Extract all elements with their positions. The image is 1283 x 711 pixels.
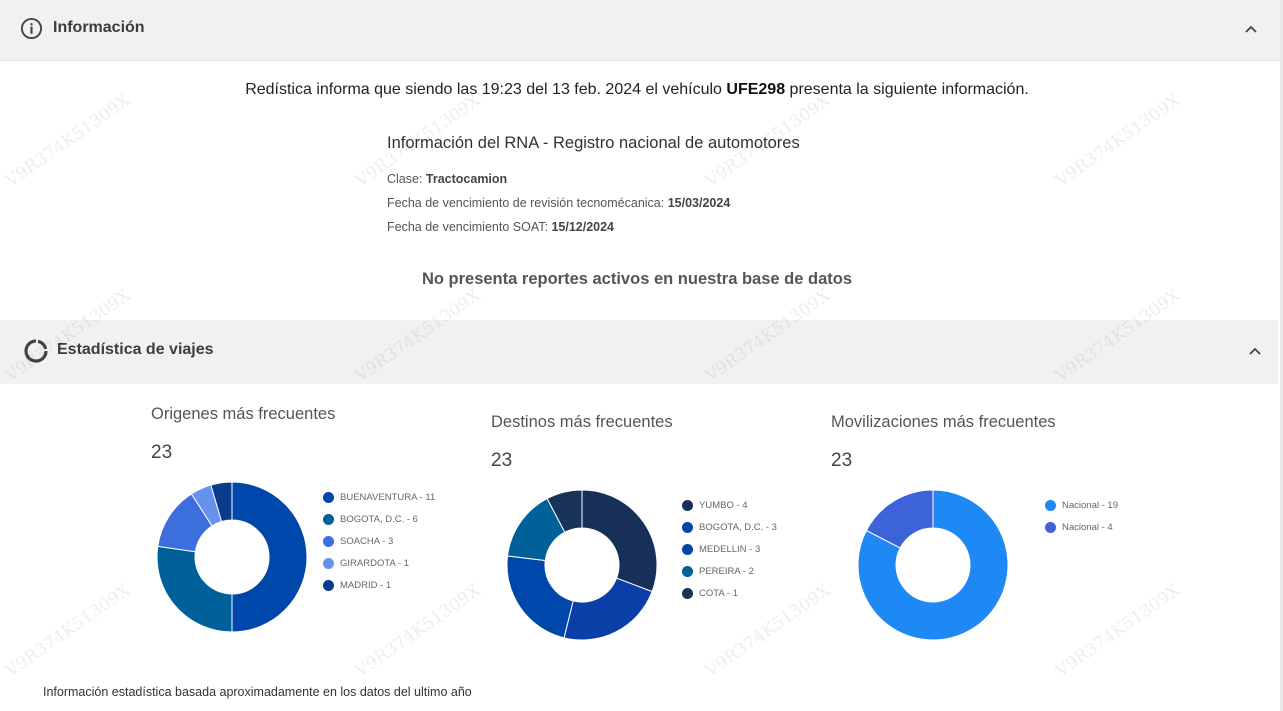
legend-item[interactable]: COTA - 1 [682, 588, 738, 599]
legend-color-swatch [323, 558, 334, 569]
legend-item[interactable]: Nacional - 4 [1045, 522, 1113, 533]
legend-item[interactable]: GIRARDOTA - 1 [323, 558, 409, 569]
vehicle-plate: UFE298 [726, 81, 786, 98]
legend-color-swatch [682, 566, 693, 577]
legend-label: BOGOTA, D.C. - 3 [699, 522, 777, 533]
watermark: V9R374K51309X [2, 90, 135, 192]
legend-item[interactable]: Nacional - 19 [1045, 500, 1118, 511]
info-section-title: Información [53, 19, 145, 36]
chart-total-origins: 23 [151, 442, 173, 463]
legend-color-swatch [323, 492, 334, 503]
chart-total-movilizations: 23 [831, 450, 853, 471]
legend-label: BOGOTA, D.C. - 6 [340, 514, 418, 525]
watermark: V9R374K51309X [2, 580, 135, 682]
donut-slice[interactable] [581, 489, 658, 593]
legend-item[interactable]: BOGOTA, D.C. - 6 [323, 514, 418, 525]
chart-title-destinations: Destinos más frecuentes [491, 413, 673, 431]
legend-item[interactable]: YUMBO - 4 [682, 500, 748, 511]
info-circle-icon [20, 17, 43, 40]
watermark: V9R374K51309X [1052, 580, 1185, 682]
stats-section-title: Estadística de viajes [57, 341, 214, 358]
legend-color-swatch [1045, 500, 1056, 511]
chevron-up-icon[interactable] [1241, 19, 1261, 39]
legend-item[interactable]: MEDELLIN - 3 [682, 544, 760, 555]
donut-slice[interactable] [231, 481, 308, 633]
legend-label: MEDELLIN - 3 [699, 544, 761, 555]
info-section-header[interactable] [0, 0, 1280, 61]
legend-label: Nacional - 19 [1062, 500, 1118, 511]
legend-color-swatch [682, 500, 693, 511]
legend-label: SOACHA - 3 [340, 536, 394, 547]
legend-label: GIRARDOTA - 1 [340, 558, 409, 569]
legend-color-swatch [682, 544, 693, 555]
rna-title: Información del RNA - Registro nacional … [387, 134, 800, 152]
donut-chart-movilizations [857, 489, 1009, 641]
chart-title-origins: Origenes más frecuentes [151, 405, 336, 423]
legend-item[interactable]: SOACHA - 3 [323, 536, 393, 547]
legend-item[interactable]: BOGOTA, D.C. - 3 [682, 522, 777, 533]
soat-value: 15/12/2024 [551, 220, 614, 234]
watermark: V9R374K51309X [1052, 90, 1185, 192]
donut-chart-icon [24, 339, 48, 363]
legend-label: PEREIRA - 2 [699, 566, 754, 577]
clase-row: Clase: Tractocamion [387, 172, 508, 186]
watermark: V9R374K51309X [352, 580, 485, 682]
legend-item[interactable]: MADRID - 1 [323, 580, 391, 591]
legend-item[interactable]: BUENAVENTURA - 11 [323, 492, 435, 503]
legend-label: MADRID - 1 [340, 580, 392, 591]
legend-label: YUMBO - 4 [699, 500, 748, 511]
legend-color-swatch [1045, 522, 1056, 533]
legend-label: BUENAVENTURA - 11 [340, 492, 436, 503]
donut-slice[interactable] [563, 577, 653, 641]
donut-slice[interactable] [506, 555, 574, 639]
legend-color-swatch [682, 522, 693, 533]
clase-value: Tractocamion [425, 172, 508, 186]
donut-chart-destinations [506, 489, 658, 641]
donut-chart-origins [156, 481, 308, 633]
chevron-up-icon[interactable] [1245, 341, 1265, 361]
chart-total-destinations: 23 [491, 450, 513, 471]
soat-row: Fecha de vencimiento SOAT: 15/12/2024 [387, 220, 614, 234]
legend-item[interactable]: PEREIRA - 2 [682, 566, 754, 577]
donut-slice[interactable] [156, 545, 233, 633]
legend-color-swatch [323, 536, 334, 547]
legend-color-swatch [682, 588, 693, 599]
tecnomecanica-row: Fecha de vencimiento de revisión tecnomé… [387, 196, 731, 210]
intro-line: Redística informa que siendo las 19:23 d… [245, 81, 1029, 98]
no-reports-message: No presenta reportes activos en nuestra … [421, 270, 853, 288]
legend-color-swatch [323, 580, 334, 591]
tecnomecanica-value: 15/03/2024 [667, 196, 731, 210]
legend-label: Nacional - 4 [1062, 522, 1113, 533]
chart-title-movilizations: Movilizaciones más frecuentes [831, 413, 1056, 431]
stats-footer-note: Información estadística basada aproximad… [43, 685, 472, 699]
legend-color-swatch [323, 514, 334, 525]
legend-label: COTA - 1 [699, 588, 738, 599]
